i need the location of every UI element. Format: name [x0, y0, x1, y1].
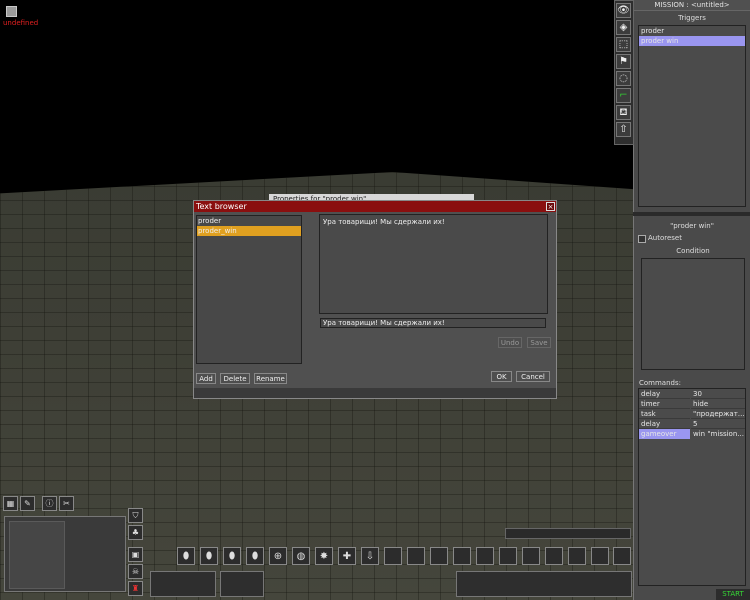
shield-icon[interactable]: ⛉ [128, 508, 143, 523]
tree-icon[interactable]: ♣ [128, 525, 143, 540]
mission-title: MISSION : <untitled> [634, 0, 750, 11]
cancel-button[interactable]: Cancel [516, 371, 550, 382]
empty-slot[interactable] [522, 547, 540, 565]
plus-icon[interactable]: ✚ [338, 547, 356, 565]
command-name[interactable]: timer [639, 399, 690, 409]
empty-slot[interactable] [384, 547, 402, 565]
close-icon[interactable]: × [546, 202, 555, 211]
empty-slot[interactable] [545, 547, 563, 565]
command-name[interactable]: task [639, 409, 690, 419]
command-name[interactable]: delay [639, 419, 690, 429]
tool-slot-icon[interactable]: ⬮ [246, 547, 264, 565]
tool-slot-icon[interactable]: ⬮ [177, 547, 195, 565]
command-arg[interactable]: hide [691, 399, 745, 409]
info-icon[interactable]: ⓘ [42, 496, 57, 511]
tag-icon[interactable]: ◈ [616, 20, 631, 35]
text-field[interactable]: Ура товарищи! Мы сдержали их! [320, 318, 546, 328]
command-arg[interactable]: "продержат… [691, 409, 745, 419]
ok-button[interactable]: OK [491, 371, 512, 382]
panel-divider [633, 212, 750, 216]
dialog-footer [194, 388, 556, 398]
status-panel [150, 571, 216, 597]
empty-slot[interactable] [453, 547, 471, 565]
condition-box[interactable] [641, 258, 745, 370]
trigger-item-proder-win[interactable]: proder win [639, 36, 745, 46]
tool-slot-icon[interactable]: ⬮ [223, 547, 241, 565]
empty-slot[interactable] [613, 547, 631, 565]
command-name[interactable]: delay [639, 389, 690, 399]
tool-slot-icon[interactable]: ✸ [315, 547, 333, 565]
status-panel [220, 571, 264, 597]
command-arg[interactable]: 5 [691, 419, 745, 429]
minimap-inner [9, 521, 65, 589]
save-button[interactable]: Save [527, 337, 551, 348]
autoreset-label: Autoreset [648, 234, 682, 242]
command-name[interactable]: gameover [639, 429, 690, 439]
pen-tool-icon[interactable]: ✎ [20, 496, 35, 511]
empty-slot[interactable] [407, 547, 425, 565]
text-list[interactable] [196, 215, 302, 364]
command-arg[interactable]: win "mission... [691, 429, 745, 439]
tool-slot-icon[interactable]: ◍ [292, 547, 310, 565]
unit-marker[interactable] [6, 6, 17, 17]
rename-button[interactable]: Rename [254, 373, 287, 384]
triggers-group-label: Triggers [678, 14, 706, 22]
undo-button[interactable]: Undo [498, 337, 522, 348]
text-editor[interactable]: Ура товарищи! Мы сдержали их! [319, 214, 548, 314]
trigger-name: "proder win" [670, 222, 714, 230]
flag-icon[interactable]: ⚑ [616, 54, 631, 69]
skull-icon[interactable]: ☠ [128, 564, 143, 579]
box-icon[interactable]: ▣ [128, 547, 143, 562]
tool-slot-icon[interactable]: ⬮ [200, 547, 218, 565]
eye-icon[interactable]: 👁 [616, 3, 631, 18]
start-button[interactable]: START [716, 589, 750, 600]
arrow-up-icon[interactable]: ⇧ [616, 122, 631, 137]
info-bar [505, 528, 631, 539]
step-icon[interactable]: ⌐ [616, 88, 631, 103]
crosshair-icon[interactable]: ⊕ [269, 547, 287, 565]
empty-slot[interactable] [568, 547, 586, 565]
command-arg[interactable]: 30 [691, 389, 745, 399]
marker-label: undefined [3, 19, 39, 27]
circle-icon[interactable]: ◌ [616, 71, 631, 86]
add-button[interactable]: Add [196, 373, 216, 384]
status-panel [456, 571, 632, 597]
delete-button[interactable]: Delete [220, 373, 250, 384]
empty-slot[interactable] [476, 547, 494, 565]
trigger-item-proder[interactable]: proder [639, 26, 745, 36]
grid-tool-icon[interactable]: ▦ [3, 496, 18, 511]
commands-label: Commands: [639, 379, 681, 387]
triggers-list[interactable] [638, 25, 746, 207]
dialog-title: Text browser [194, 201, 556, 212]
text-list-item[interactable]: proder [197, 216, 301, 226]
empty-slot[interactable] [430, 547, 448, 565]
wrench-icon[interactable]: ✂ [59, 496, 74, 511]
select-area-icon[interactable]: ⬚ [616, 37, 631, 52]
units-icon[interactable]: ♜ [128, 581, 143, 596]
autoreset-checkbox[interactable] [638, 235, 646, 243]
text-list-item[interactable]: proder_win [197, 226, 301, 236]
condition-label: Condition [676, 247, 710, 255]
camera-icon[interactable]: ⛾ [616, 105, 631, 120]
down-arrow-icon[interactable]: ⇩ [361, 547, 379, 565]
empty-slot[interactable] [591, 547, 609, 565]
empty-slot[interactable] [499, 547, 517, 565]
